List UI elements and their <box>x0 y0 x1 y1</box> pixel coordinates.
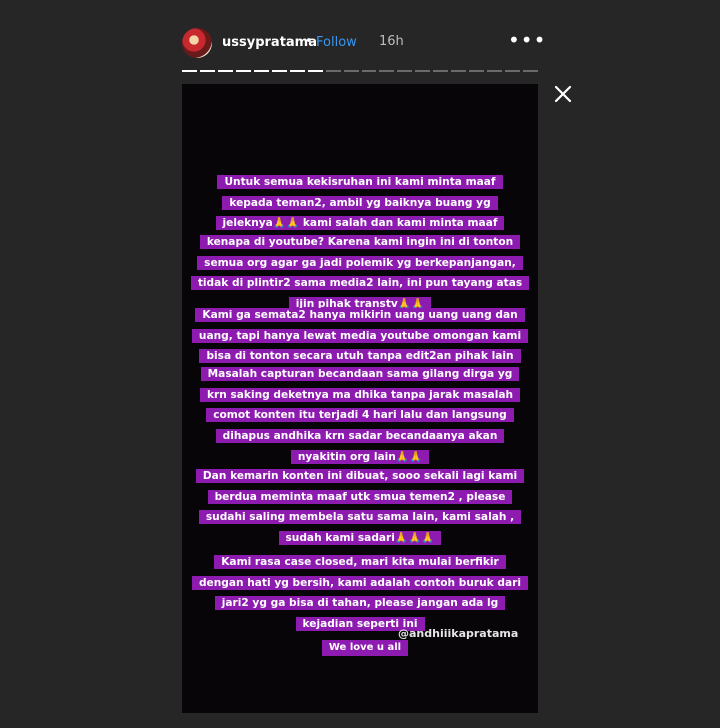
progress-segment <box>307 70 323 72</box>
follow-button[interactable]: Follow <box>316 35 357 50</box>
progress-segment <box>433 70 449 72</box>
text-line: Kami ga semata2 hanya mikirin uang uang … <box>195 308 525 322</box>
progress-segment <box>487 70 503 72</box>
progress-segment <box>451 70 467 72</box>
text-line: sudah kami sadari🙏🙏🙏 <box>278 531 442 546</box>
text-line: jari2 yg ga bisa di tahan, please jangan… <box>214 596 506 611</box>
text-line: krn saking deketnya ma dhika tanpa jarak… <box>199 387 521 402</box>
progress-segment <box>271 70 287 72</box>
more-options-icon[interactable]: ••• <box>508 28 546 52</box>
text-line: dihapus andhika krn sadar becandaanya ak… <box>215 429 505 444</box>
text-line: Untuk semua kekisruhan ini kami minta ma… <box>217 175 503 189</box>
progress-segment <box>325 70 341 72</box>
progress-segment <box>361 70 377 72</box>
separator-dot: • <box>305 34 313 49</box>
text-line: Masalah capturan becandaan sama gilang d… <box>200 367 520 381</box>
text-block-6: Kami rasa case closed, mari kita mulai b… <box>182 550 538 633</box>
progress-segment <box>343 70 359 72</box>
text-line: Dan kemarin konten ini dibuat, sooo seka… <box>195 469 525 483</box>
progress-segment <box>505 70 521 72</box>
text-line: berdua meminta maaf utk smua temen2 , pl… <box>207 489 513 504</box>
timestamp: 16h <box>379 34 404 49</box>
text-line: uang, tapi hanya lewat media youtube omo… <box>191 328 529 343</box>
text-block-5: Dan kemarin konten ini dibuat, sooo seka… <box>182 464 538 547</box>
text-block-1: Untuk semua kekisruhan ini kami minta ma… <box>182 170 538 232</box>
progress-segment <box>397 70 413 72</box>
mention-handle[interactable]: @andhiiikapratama <box>398 627 518 640</box>
progress-segment <box>379 70 395 72</box>
text-line: dengan hati yg bersih, kami adalah conto… <box>191 575 529 590</box>
progress-segment <box>289 70 305 72</box>
progress-segment <box>235 70 251 72</box>
text-block-2: kenapa di youtube? Karena kami ingin ini… <box>182 230 538 313</box>
progress-segment <box>182 70 197 72</box>
story-header: ussypratama • Follow 16h ••• <box>182 28 545 58</box>
text-line: kepada teman2, ambil yg baiknya buang yg <box>222 195 498 210</box>
progress-segment <box>199 70 215 72</box>
text-line: tidak di plintir2 sama media2 lain, ini … <box>190 276 530 291</box>
text-line: kenapa di youtube? Karena kami ingin ini… <box>199 235 521 249</box>
progress-segment <box>415 70 431 72</box>
text-line: jeleknya🙏🙏 kami salah dan kami minta maa… <box>215 216 505 231</box>
progress-segment <box>469 70 485 72</box>
text-line: Kami rasa case closed, mari kita mulai b… <box>214 555 506 569</box>
text-line: sudahi saling membela satu sama lain, ka… <box>198 510 522 525</box>
progress-segment <box>217 70 233 72</box>
text-line: comot konten itu terjadi 4 hari lalu dan… <box>206 408 514 423</box>
progress-segment <box>523 70 539 72</box>
close-icon[interactable] <box>551 82 575 106</box>
username[interactable]: ussypratama <box>222 35 317 50</box>
progress-segment <box>253 70 269 72</box>
text-line: semua org agar ga jadi polemik yg berkep… <box>197 255 523 270</box>
text-block-4: Masalah capturan becandaan sama gilang d… <box>182 362 538 466</box>
story-frame[interactable]: Untuk semua kekisruhan ini kami minta ma… <box>182 84 538 713</box>
text-block-3: Kami ga semata2 hanya mikirin uang uang … <box>182 303 538 365</box>
story-progress-bar <box>182 70 539 72</box>
avatar[interactable] <box>182 28 212 58</box>
text-line: nyakitin org lain🙏🙏 <box>290 449 430 464</box>
sign-off-label: We love u all <box>322 640 408 656</box>
